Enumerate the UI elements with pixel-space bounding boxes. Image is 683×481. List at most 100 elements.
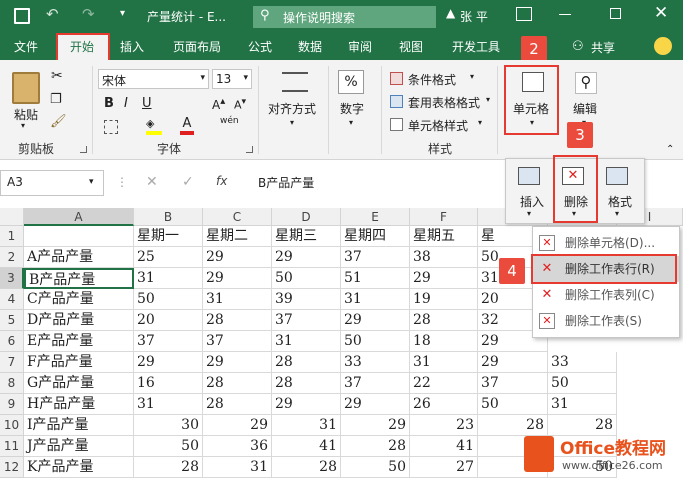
maximize-button[interactable]: [610, 8, 621, 19]
table-cell[interactable]: 33: [341, 352, 410, 373]
table-cell[interactable]: 星期四: [341, 226, 410, 247]
user-name[interactable]: 张 平: [460, 8, 488, 25]
table-cell[interactable]: 50: [341, 331, 410, 352]
table-cell[interactable]: 37: [203, 331, 272, 352]
paste-dropdown-icon[interactable]: ▾: [21, 121, 25, 130]
table-cell[interactable]: 33: [548, 352, 617, 373]
table-cell[interactable]: E产品产量: [24, 331, 134, 352]
ribbon-display-icon[interactable]: [516, 7, 532, 21]
table-cell[interactable]: 37: [478, 373, 548, 394]
redo-icon[interactable]: ↷: [82, 5, 95, 23]
table-cell[interactable]: C产品产量: [24, 289, 134, 310]
table-cell[interactable]: 41: [410, 436, 478, 457]
table-cell[interactable]: 29: [272, 394, 341, 415]
table-cell[interactable]: 31: [272, 331, 341, 352]
paste-button[interactable]: 粘贴: [14, 106, 38, 123]
table-cell[interactable]: 28: [272, 373, 341, 394]
cancel-icon[interactable]: ✕: [146, 174, 158, 190]
menu-delete-sheet-columns[interactable]: ✕ 删除工作表列(C): [533, 282, 679, 308]
column-header[interactable]: D: [272, 208, 341, 226]
table-cell[interactable]: 23: [410, 415, 478, 436]
edit-button[interactable]: 编辑: [573, 100, 597, 117]
tab-developer[interactable]: 开发工具: [444, 36, 508, 58]
table-cell[interactable]: 星期三: [272, 226, 341, 247]
clipboard-launcher-icon[interactable]: [80, 146, 87, 153]
table-cell[interactable]: 星期五: [410, 226, 478, 247]
table-cell[interactable]: 29: [410, 268, 478, 289]
tab-formulas[interactable]: 公式: [240, 36, 280, 58]
table-cell[interactable]: 50: [341, 457, 410, 478]
table-cell[interactable]: 星期一: [134, 226, 203, 247]
row-header[interactable]: 12: [0, 457, 24, 478]
column-header[interactable]: C: [203, 208, 272, 226]
find-icon[interactable]: ⚲: [575, 72, 597, 94]
table-cell[interactable]: 28: [203, 373, 272, 394]
table-cell[interactable]: 28: [272, 352, 341, 373]
table-cell[interactable]: 29: [203, 268, 272, 289]
table-cell[interactable]: 20: [134, 310, 203, 331]
column-header[interactable]: E: [341, 208, 410, 226]
table-cell[interactable]: G产品产量: [24, 373, 134, 394]
row-header[interactable]: 9: [0, 394, 24, 415]
insert-cells-icon[interactable]: [518, 167, 540, 185]
table-cell[interactable]: 29: [134, 352, 203, 373]
table-cell[interactable]: 51: [341, 268, 410, 289]
bold-button[interactable]: B: [104, 96, 114, 111]
table-cell[interactable]: 50: [272, 268, 341, 289]
close-button[interactable]: ✕: [654, 3, 668, 23]
table-format-icon[interactable]: [390, 95, 403, 108]
tab-view[interactable]: 视图: [391, 36, 431, 58]
table-cell[interactable]: 28: [203, 310, 272, 331]
format-cells-button[interactable]: 格式: [608, 193, 632, 210]
table-cell[interactable]: 29: [341, 310, 410, 331]
table-cell[interactable]: 28: [134, 457, 203, 478]
table-cell[interactable]: 16: [134, 373, 203, 394]
table-cell[interactable]: 29: [272, 247, 341, 268]
user-icon[interactable]: ▲: [446, 6, 455, 20]
table-cell[interactable]: I产品产量: [24, 415, 134, 436]
font-name-select[interactable]: 宋体 ▾: [98, 69, 209, 89]
column-header[interactable]: B: [134, 208, 203, 226]
table-cell[interactable]: 星期二: [203, 226, 272, 247]
row-header[interactable]: 4: [0, 289, 24, 310]
table-cell[interactable]: 29: [478, 352, 548, 373]
row-header[interactable]: 3: [0, 268, 24, 289]
cell-style-icon[interactable]: [390, 118, 403, 131]
tab-insert[interactable]: 插入: [112, 36, 152, 58]
underline-button[interactable]: U: [142, 96, 152, 111]
menu-delete-sheet[interactable]: ✕ 删除工作表(S): [533, 308, 679, 334]
table-cell[interactable]: 18: [410, 331, 478, 352]
table-cell[interactable]: 31: [203, 289, 272, 310]
table-cell[interactable]: 31: [203, 457, 272, 478]
table-cell[interactable]: 31: [341, 289, 410, 310]
cut-icon[interactable]: ✂: [51, 68, 63, 84]
tab-review[interactable]: 审阅: [340, 36, 380, 58]
row-header[interactable]: 8: [0, 373, 24, 394]
column-header[interactable]: A: [24, 208, 134, 226]
minimize-button[interactable]: [559, 14, 571, 15]
font-size-select[interactable]: 13 ▾: [212, 69, 252, 89]
table-cell[interactable]: H产品产量: [24, 394, 134, 415]
italic-button[interactable]: I: [124, 96, 128, 111]
tab-page-layout[interactable]: 页面布局: [165, 36, 229, 58]
font-color-icon[interactable]: A: [180, 116, 194, 135]
number-button[interactable]: 数字: [340, 100, 364, 117]
smiley-icon[interactable]: [654, 37, 672, 55]
table-cell[interactable]: 50: [134, 289, 203, 310]
save-icon[interactable]: [14, 8, 30, 24]
table-cell[interactable]: 37: [134, 331, 203, 352]
table-cell[interactable]: B产品产量: [24, 268, 134, 289]
table-cell[interactable]: J产品产量: [24, 436, 134, 457]
share-button[interactable]: 共享: [591, 39, 615, 56]
table-cell[interactable]: 29: [203, 415, 272, 436]
font-shrink-icon[interactable]: A▾: [234, 96, 246, 112]
cell-style-button[interactable]: 单元格样式: [408, 117, 468, 134]
row-header[interactable]: 5: [0, 310, 24, 331]
row-header[interactable]: 6: [0, 331, 24, 352]
table-cell[interactable]: D产品产量: [24, 310, 134, 331]
table-cell[interactable]: 25: [134, 247, 203, 268]
row-header[interactable]: 7: [0, 352, 24, 373]
fill-color-icon[interactable]: ◈: [146, 117, 162, 135]
table-cell[interactable]: 31: [134, 268, 203, 289]
table-cell[interactable]: 31: [548, 394, 617, 415]
